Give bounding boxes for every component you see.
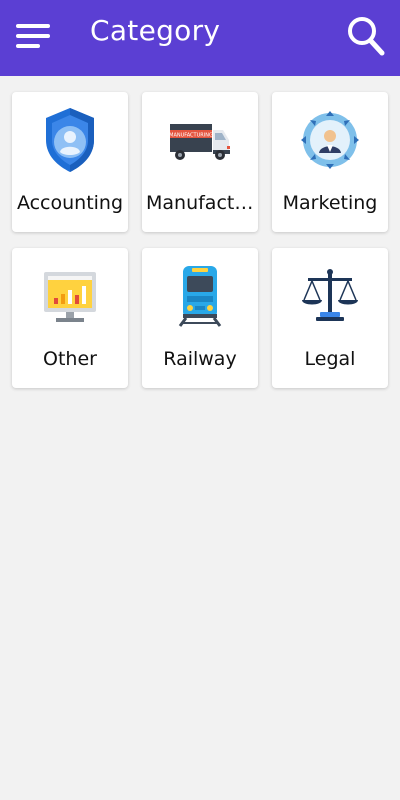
category-label: Accounting bbox=[16, 192, 124, 214]
page-title: Category bbox=[90, 14, 221, 47]
marketing-target-icon bbox=[300, 106, 360, 174]
category-label: Manufactu... bbox=[146, 192, 254, 214]
category-label: Legal bbox=[304, 348, 356, 370]
menu-button[interactable] bbox=[16, 20, 52, 52]
search-icon bbox=[348, 17, 385, 56]
category-grid: Accounting MANUFACTURING Manufactu... Ma… bbox=[12, 92, 388, 388]
category-label: Railway bbox=[163, 348, 237, 370]
category-card-marketing[interactable]: Marketing bbox=[272, 92, 388, 232]
app-bar: Category bbox=[0, 0, 400, 76]
category-label: Marketing bbox=[282, 192, 378, 214]
monitor-chart-icon bbox=[40, 262, 100, 330]
train-icon bbox=[170, 262, 230, 330]
category-card-accounting[interactable]: Accounting bbox=[12, 92, 128, 232]
manufacturing-truck-icon: MANUFACTURING bbox=[168, 106, 232, 174]
category-card-railway[interactable]: Railway bbox=[142, 248, 258, 388]
scales-icon bbox=[300, 262, 360, 330]
search-button[interactable] bbox=[346, 14, 386, 58]
hamburger-menu-icon bbox=[16, 24, 50, 48]
category-label: Other bbox=[43, 348, 97, 370]
category-card-legal[interactable]: Legal bbox=[272, 248, 388, 388]
shield-user-icon bbox=[40, 106, 100, 174]
truck-text: MANUFACTURING bbox=[169, 133, 213, 139]
category-card-manufacturing[interactable]: MANUFACTURING Manufactu... bbox=[142, 92, 258, 232]
category-card-other[interactable]: Other bbox=[12, 248, 128, 388]
